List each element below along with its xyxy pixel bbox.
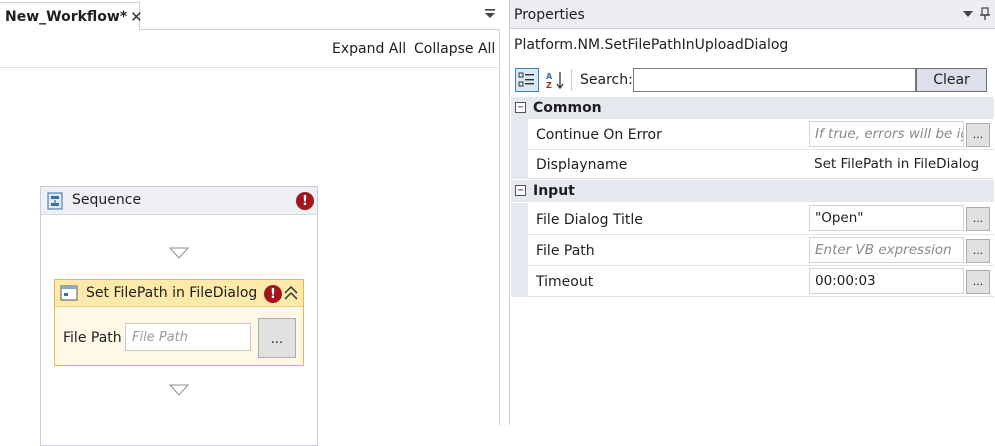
file-path-expression-input[interactable]: Enter VB expression	[809, 237, 964, 263]
set-filepath-activity[interactable]: Set FilePath in FileDialog ! File Path .…	[54, 279, 304, 366]
browse-button[interactable]: ...	[966, 270, 990, 294]
collapse-toggle-icon[interactable]: −	[515, 102, 526, 113]
pin-icon[interactable]	[979, 7, 991, 21]
close-icon[interactable]: ✕	[130, 9, 143, 24]
category-label: Common	[533, 100, 602, 116]
sequence-header[interactable]: Sequence !	[41, 187, 317, 215]
panel-menu-icon[interactable]	[962, 9, 974, 19]
browse-button[interactable]: ...	[258, 318, 296, 358]
category-label: Input	[533, 183, 575, 199]
property-row-timeout[interactable]: Timeout 00:00:03 ...	[511, 266, 994, 297]
activity-title: Set FilePath in FileDialog	[86, 285, 258, 301]
row-gutter	[511, 266, 528, 297]
error-icon[interactable]: !	[296, 192, 314, 210]
document-tabstrip: New_Workflow* ✕	[0, 0, 500, 30]
category-common[interactable]: − Common	[511, 97, 994, 119]
category-input[interactable]: − Input	[511, 180, 994, 202]
dialog-window-icon	[60, 285, 78, 301]
workflow-designer: New_Workflow* ✕ Expand All Collapse All …	[0, 0, 500, 446]
browse-button[interactable]: ...	[966, 207, 990, 231]
property-row-file-dialog-title[interactable]: File Dialog Title "Open" ...	[511, 203, 994, 235]
collapse-toggle-icon[interactable]: −	[515, 185, 526, 196]
browse-button[interactable]: ...	[966, 123, 990, 147]
collapse-all-link[interactable]: Collapse All	[414, 41, 495, 57]
row-divider	[528, 178, 994, 179]
displayname-input[interactable]: Set FilePath in FileDialog	[809, 151, 993, 177]
row-gutter	[511, 150, 528, 179]
collapse-chevron-icon[interactable]	[283, 284, 299, 302]
toolbar-separator	[571, 69, 572, 91]
categorized-icon	[518, 72, 534, 87]
properties-panel: Properties Platform.NM.SetFilePathInUplo…	[509, 0, 995, 425]
property-grid: − Common Continue On Error If true, erro…	[511, 97, 994, 297]
drop-target-arrow-icon[interactable]	[169, 247, 189, 259]
tab-dropdown-icon[interactable]	[482, 6, 498, 22]
categorized-view-button[interactable]	[515, 68, 539, 92]
activity-header[interactable]: Set FilePath in FileDialog !	[55, 280, 303, 307]
error-icon[interactable]: !	[264, 285, 282, 303]
row-divider	[528, 296, 994, 297]
designer-toolbar: Expand All Collapse All	[0, 31, 500, 68]
row-gutter	[511, 203, 528, 235]
property-row-file-path[interactable]: File Path Enter VB expression ...	[511, 235, 994, 266]
file-path-input[interactable]	[125, 323, 251, 351]
browse-button[interactable]: ...	[966, 239, 990, 263]
properties-toolbar: A Z Search: Clear	[510, 64, 995, 94]
file-dialog-title-input[interactable]: "Open"	[809, 205, 964, 231]
property-name: Continue On Error	[536, 127, 662, 143]
row-gutter	[511, 119, 528, 150]
property-row-continue-on-error[interactable]: Continue On Error If true, errors will b…	[511, 119, 994, 150]
property-row-displayname[interactable]: Displayname Set FilePath in FileDialog	[511, 150, 994, 179]
search-input[interactable]	[633, 68, 916, 92]
selected-activity-type: Platform.NM.SetFilePathInUploadDialog	[514, 37, 789, 53]
row-gutter	[511, 235, 528, 266]
alphabetical-view-button[interactable]: A Z	[543, 68, 567, 92]
properties-title: Properties	[514, 7, 585, 23]
property-name: Timeout	[536, 274, 594, 290]
svg-text:A: A	[546, 72, 553, 81]
properties-titlebar[interactable]: Properties	[510, 0, 995, 29]
search-label: Search:	[580, 72, 633, 88]
expand-all-link[interactable]: Expand All	[332, 41, 406, 57]
svg-text:Z: Z	[546, 81, 552, 90]
clear-button[interactable]: Clear	[916, 68, 987, 92]
sequence-title: Sequence	[72, 192, 142, 208]
tab-label: New_Workflow*	[5, 8, 128, 25]
property-name: File Path	[536, 243, 595, 259]
sequence-icon	[47, 192, 63, 210]
continue-on-error-input[interactable]: If true, errors will be ig	[809, 121, 964, 147]
timeout-input[interactable]: 00:00:03	[809, 268, 964, 294]
property-name: Displayname	[536, 157, 628, 173]
file-path-label: File Path	[63, 330, 122, 346]
sort-alpha-icon: A Z	[546, 72, 564, 90]
drop-target-arrow-icon[interactable]	[169, 384, 189, 396]
property-name: File Dialog Title	[536, 212, 643, 228]
tab-new-workflow[interactable]: New_Workflow* ✕	[0, 2, 143, 30]
sequence-activity[interactable]: Sequence ! Set FilePath in FileDialog !	[40, 186, 318, 446]
